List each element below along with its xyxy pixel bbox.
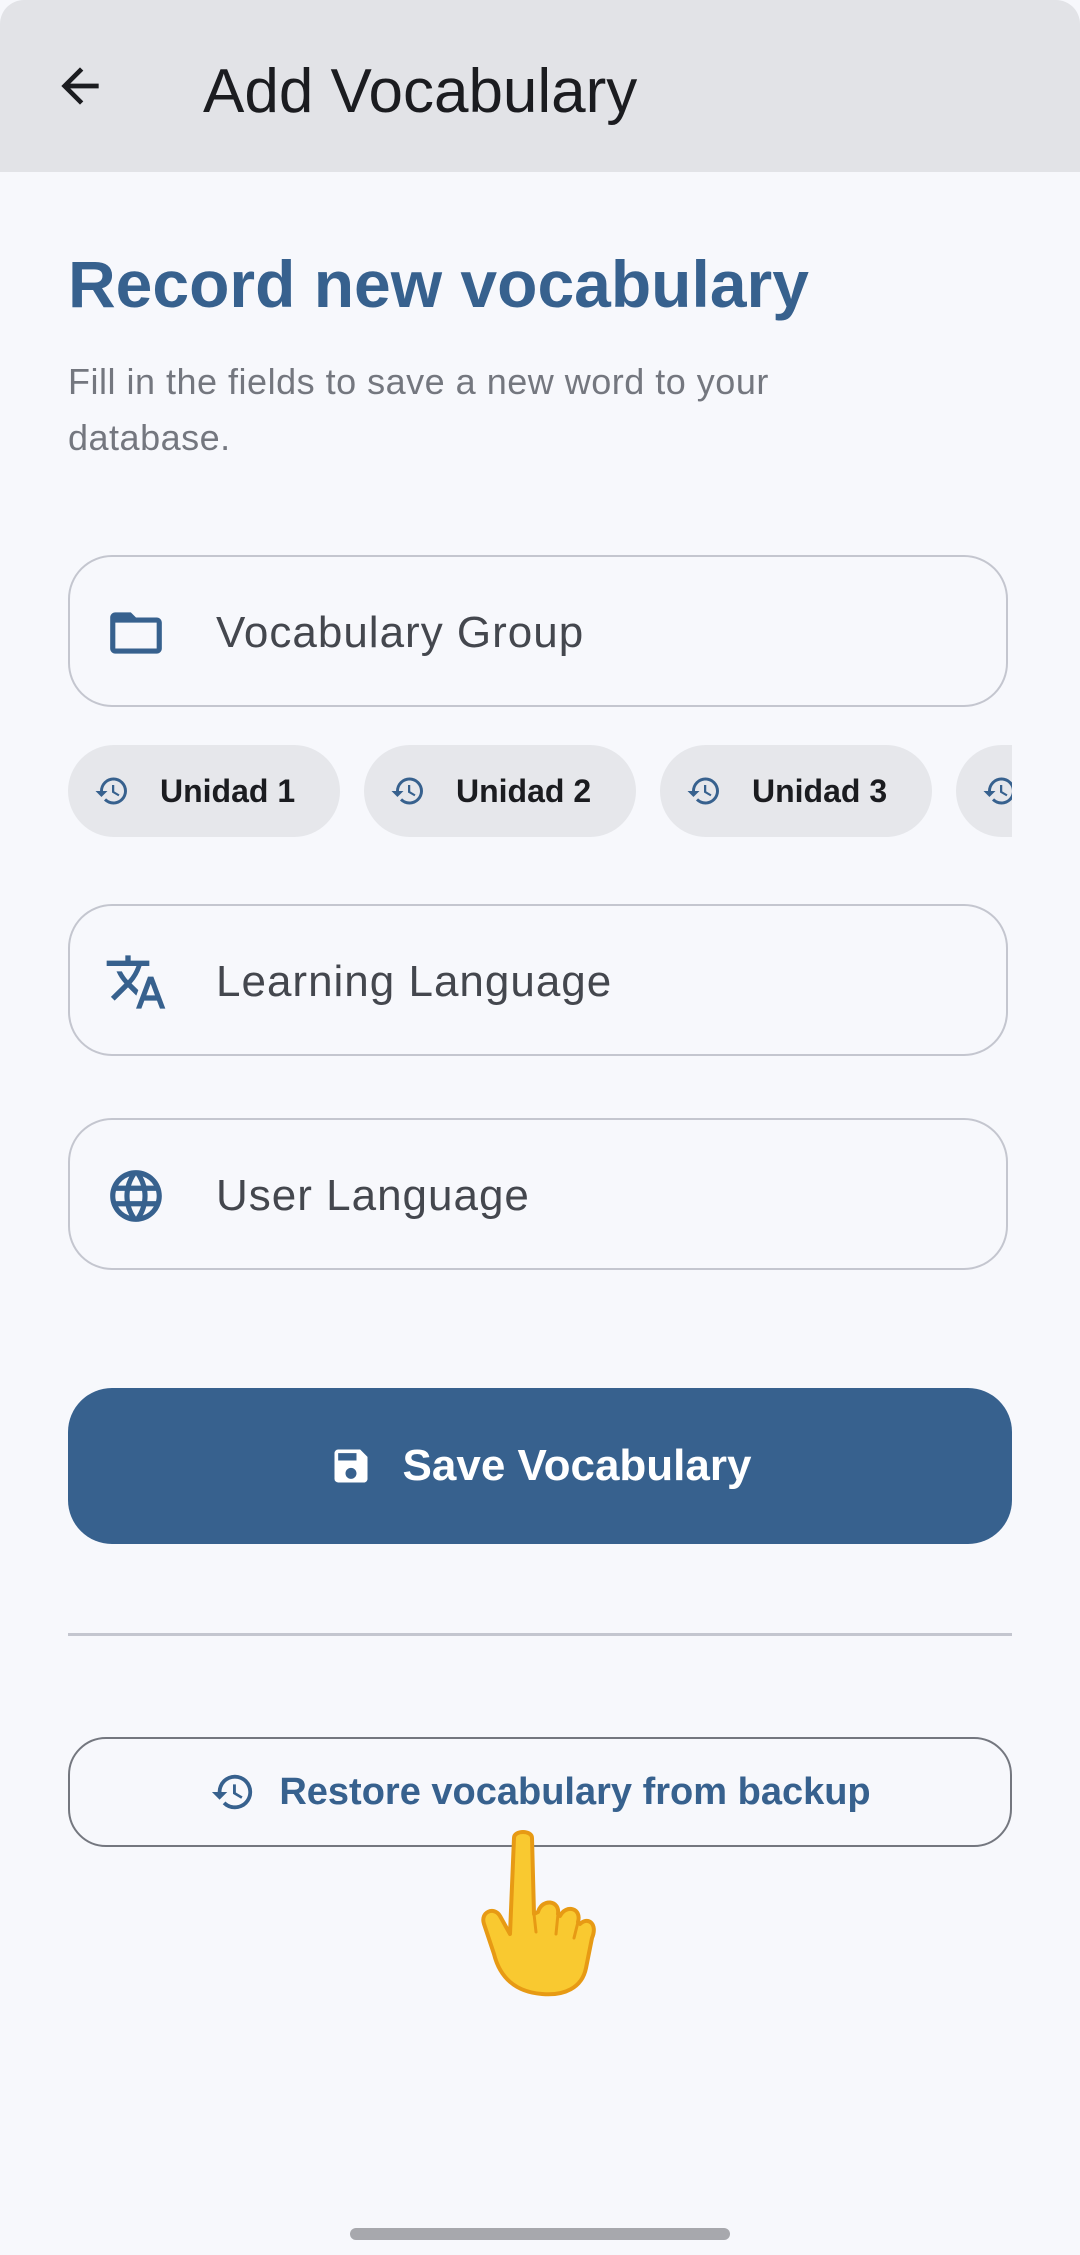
save-button-label: Save Vocabulary [402, 1441, 752, 1490]
recent-groups-chips: Unidad 1 Unidad 2 Unidad 3 [68, 745, 1012, 837]
arrow-back-icon [61, 67, 99, 105]
learning-language-field[interactable]: Learning Language [68, 904, 1008, 1056]
history-icon [209, 1768, 257, 1816]
chip-label: Unidad 1 [160, 773, 296, 809]
restore-button-label: Restore vocabulary from backup [279, 1771, 871, 1813]
chip-unidad-1[interactable]: Unidad 1 [68, 745, 340, 837]
chip-unidad-3[interactable]: Unidad 3 [660, 745, 932, 837]
user-language-label: User Language [216, 1171, 530, 1220]
home-indicator [350, 2228, 730, 2240]
learning-language-label: Learning Language [216, 957, 613, 1006]
page-heading: Record new vocabulary [68, 247, 809, 321]
divider [68, 1633, 1012, 1636]
app-bar: Add Vocabulary [0, 0, 1080, 172]
pointing-hand-icon [481, 1830, 596, 1997]
vocabulary-group-field[interactable]: Vocabulary Group [68, 555, 1008, 707]
globe-icon [104, 1164, 168, 1228]
user-language-field[interactable]: User Language [68, 1118, 1008, 1270]
history-icon [982, 773, 1012, 809]
vocabulary-group-label: Vocabulary Group [216, 608, 585, 657]
back-button[interactable] [44, 50, 116, 122]
app-bar-title: Add Vocabulary [203, 57, 638, 126]
chip-label: Unidad 2 [456, 773, 592, 809]
history-icon [390, 773, 426, 809]
page-subtitle: Fill in the fields to save a new word to… [68, 361, 769, 458]
chip-label: Unidad 3 [752, 773, 888, 809]
save-vocabulary-button[interactable]: Save Vocabulary [68, 1388, 1012, 1544]
chip-unidad-2[interactable]: Unidad 2 [364, 745, 636, 837]
translate-icon [104, 950, 168, 1014]
add-vocabulary-screen: Add Vocabulary Record new vocabulary Fil… [0, 0, 1080, 2255]
save-button-content: Save Vocabulary [329, 1440, 752, 1492]
save-icon [329, 1444, 373, 1488]
folder-icon [104, 601, 168, 665]
chip-partial[interactable] [956, 745, 1012, 837]
restore-button-content: Restore vocabulary from backup [209, 1768, 871, 1816]
history-icon [686, 773, 722, 809]
history-icon [94, 773, 130, 809]
